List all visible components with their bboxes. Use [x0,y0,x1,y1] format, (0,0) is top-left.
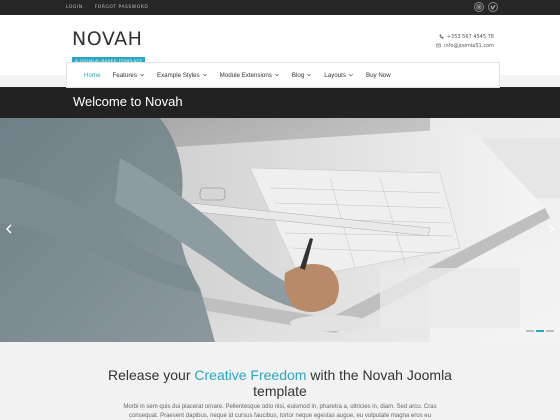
email-address[interactable]: info@joomla51.com [444,43,494,49]
nav-item-label: Home [84,71,101,79]
intro-heading-highlight: Creative Freedom [194,367,307,383]
phone-row: +353 567 4545 78 [436,32,494,41]
forgot-password-link[interactable]: FORGOT PASSWORD [95,5,149,10]
slider-dot[interactable] [526,330,534,332]
envelope-icon [436,43,441,48]
nav-item-features[interactable]: Features [108,72,150,79]
nav-item-label: Buy Now [365,71,391,79]
nav-item-label: Module Extensions [219,71,272,79]
instagram-icon[interactable] [474,2,484,12]
slider-dot-active[interactable] [536,330,544,332]
slider-next-arrow-icon[interactable] [546,224,556,234]
phone-icon [439,34,444,39]
vimeo-icon[interactable] [488,2,498,12]
nav-item-label: Blog [291,71,305,79]
top-links: LOGIN FORGOT PASSWORD [66,0,148,15]
chevron-down-icon [307,73,312,77]
top-bar: LOGIN FORGOT PASSWORD [0,0,560,15]
nav-item-module-extensions[interactable]: Module Extensions [215,72,285,79]
nav-item-blog[interactable]: Blog [287,72,317,79]
nav-item-label: Example Styles [156,71,200,79]
intro-heading-pre: Release your [108,367,191,383]
slider-prev-arrow-icon[interactable] [4,224,14,234]
slider-dots [526,330,554,332]
nav-item-buy-now[interactable]: Buy Now [361,72,396,79]
phone-number: +353 567 4545 78 [446,33,494,40]
contact-info: +353 567 4545 78 info@joomla51.com [436,32,494,50]
main-nav: Home Features Example Styles Module Exte… [66,62,500,88]
chevron-down-icon [139,73,144,77]
hero-image [0,118,560,342]
slider-dot[interactable] [546,330,554,332]
intro-section: Release your Creative Freedom with the N… [0,342,560,420]
intro-heading: Release your Creative Freedom with the N… [100,367,460,399]
chevron-down-icon [348,73,353,77]
hero-slider [0,118,560,342]
login-link[interactable]: LOGIN [66,5,83,10]
chevron-down-icon [202,73,207,77]
page-title: Welcome to Novah [73,94,183,109]
chevron-down-icon [274,73,279,77]
logo-name: NOVAH [72,28,143,50]
nav-item-layouts[interactable]: Layouts [319,72,359,79]
nav-item-label: Features [112,71,137,79]
email-row: info@joomla51.com [436,41,494,50]
nav-item-home[interactable]: Home [79,72,106,79]
nav-item-label: Layouts [324,71,346,79]
nav-item-example-styles[interactable]: Example Styles [152,72,213,79]
social-icons [474,2,498,12]
page: LOGIN FORGOT PASSWORD NOVAH A JOOMLA!-BA… [0,0,560,420]
intro-body: Morbi in sem quis dui placerat ornare. P… [123,404,437,419]
